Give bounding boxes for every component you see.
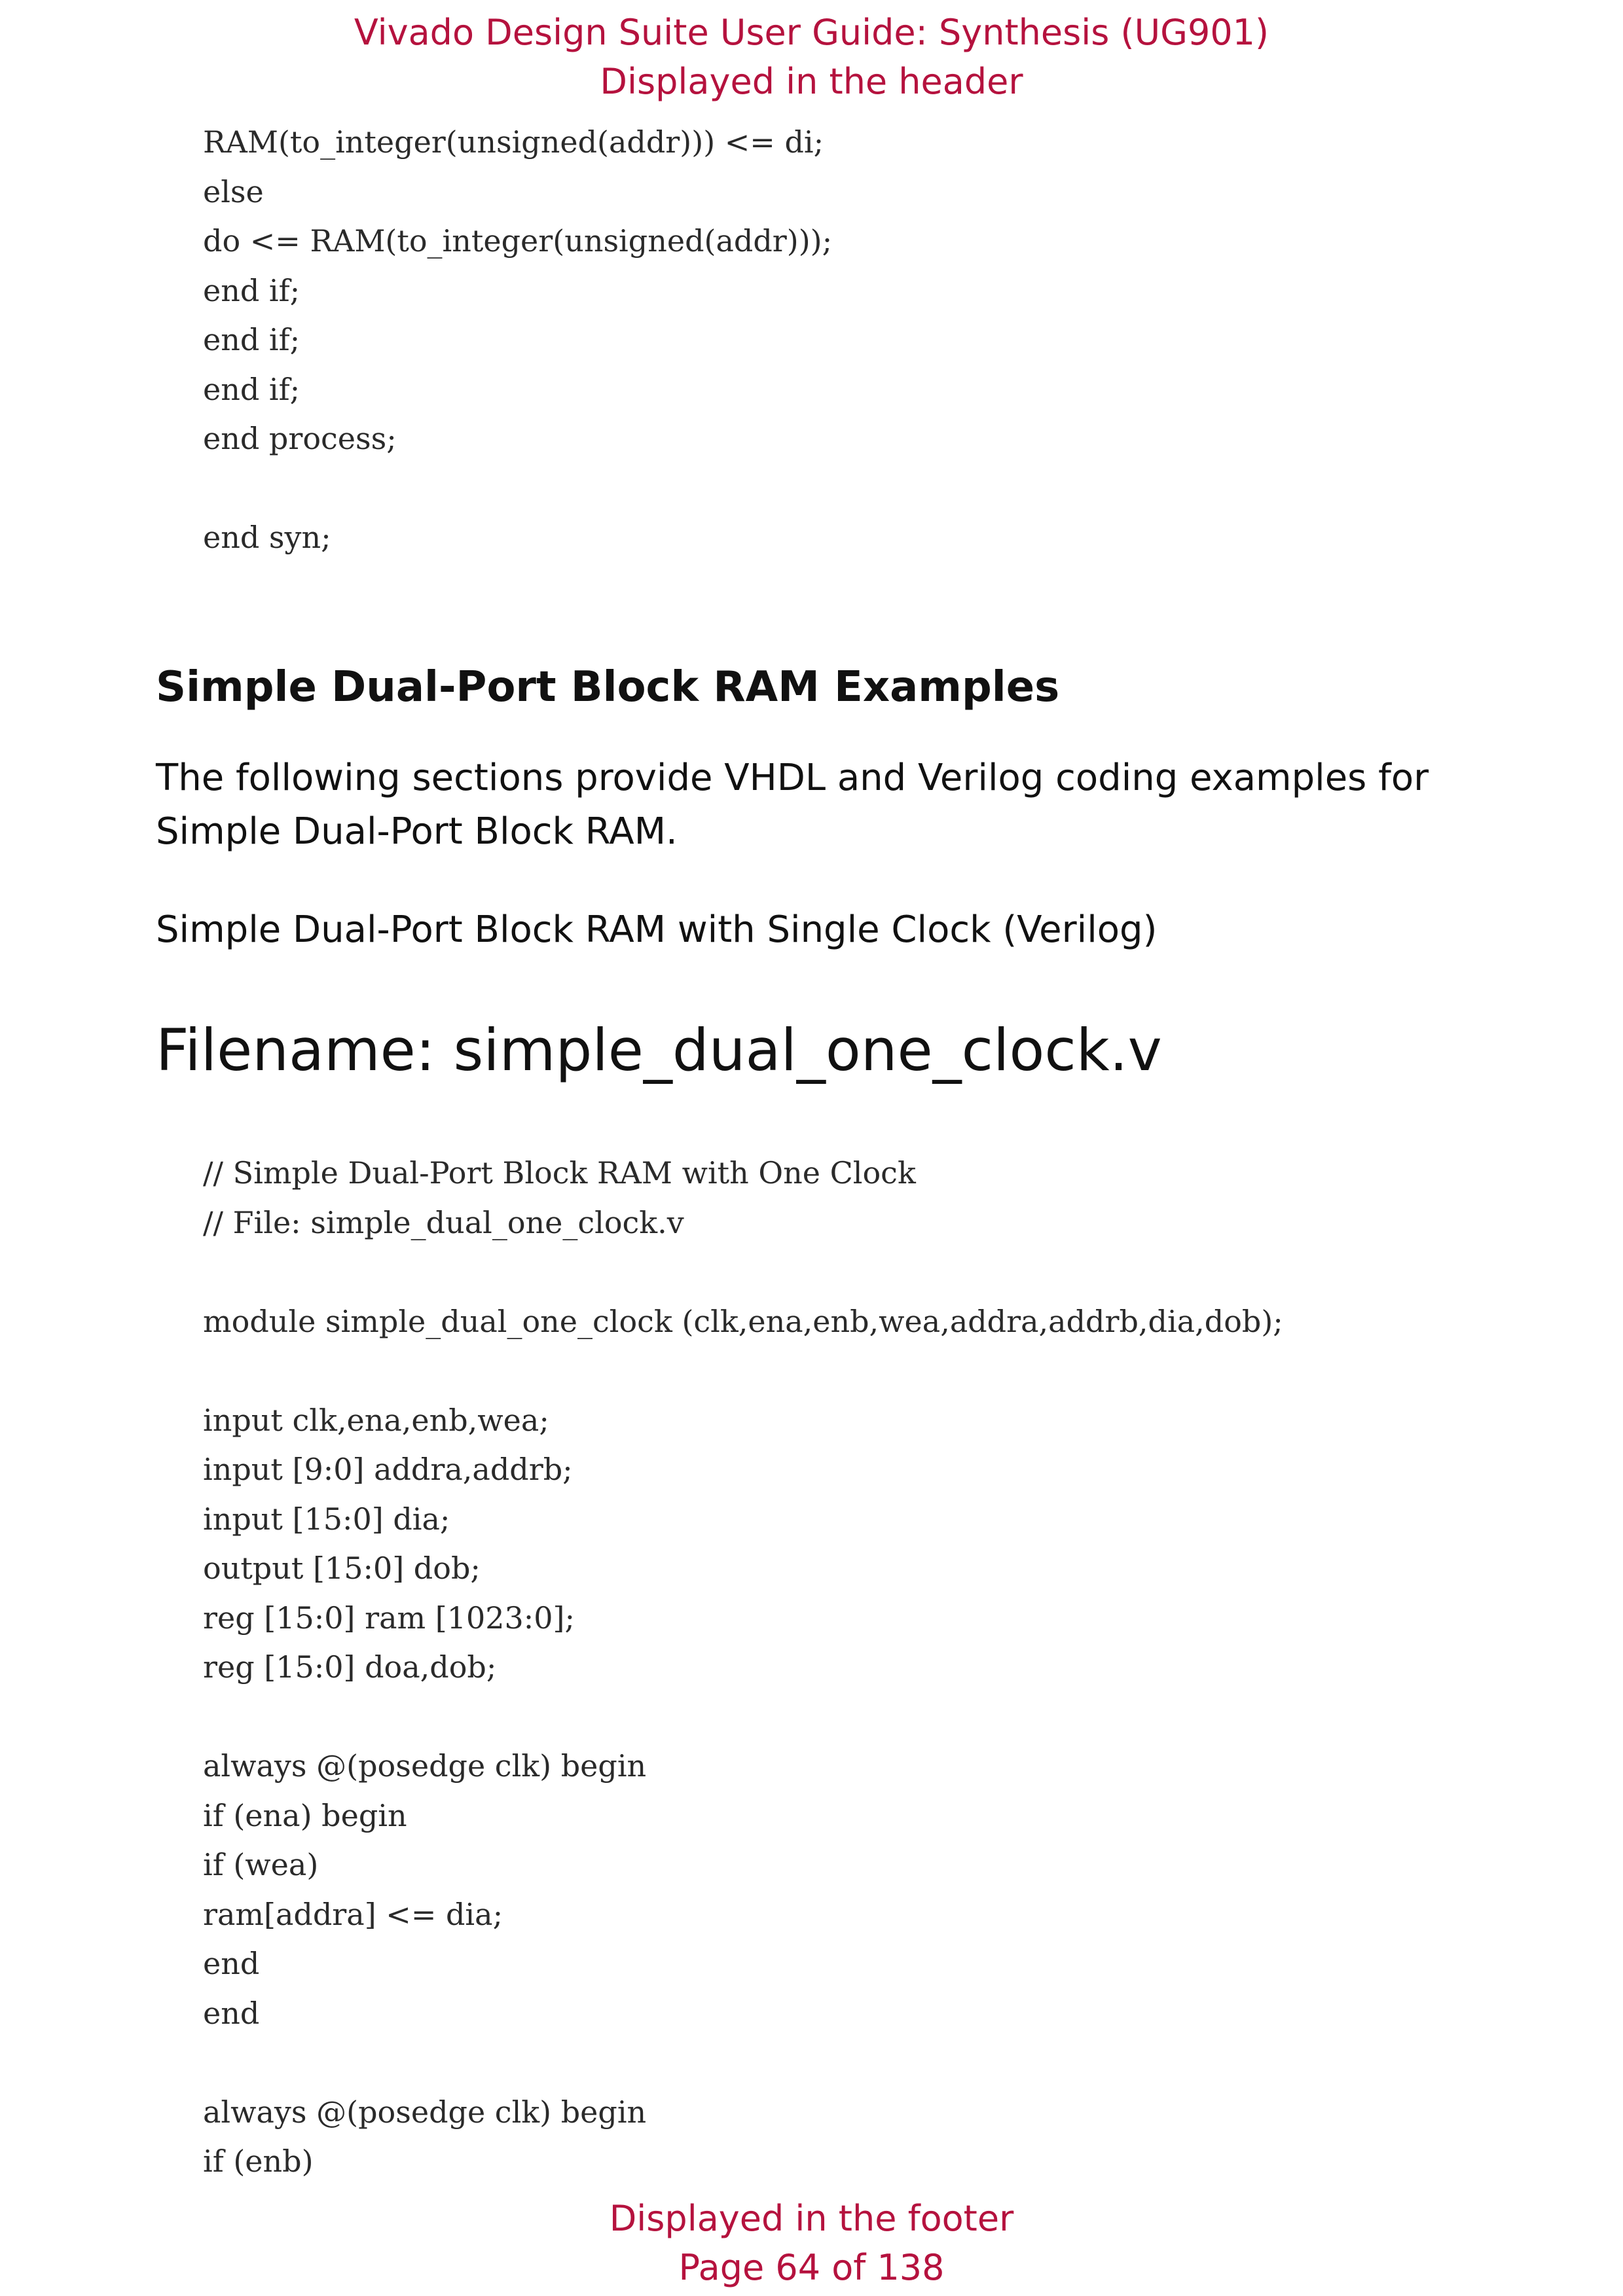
code-line: output [15:0] dob; bbox=[203, 1551, 481, 1586]
code-line: end if; bbox=[203, 272, 301, 308]
code-line: end bbox=[203, 1995, 260, 2031]
code-line: input [9:0] addra,addrb; bbox=[203, 1452, 573, 1487]
code-line: reg [15:0] doa,dob; bbox=[203, 1649, 497, 1685]
code-block-verilog: // Simple Dual-Port Block RAM with One C… bbox=[203, 1149, 1283, 2187]
page-number: Page 64 of 138 bbox=[678, 2247, 945, 2288]
code-line: do <= RAM(to_integer(unsigned(addr))); bbox=[203, 223, 833, 259]
header-title: Vivado Design Suite User Guide: Synthesi… bbox=[354, 12, 1269, 53]
code-line: if (enb) bbox=[203, 2144, 314, 2179]
code-line: if (wea) bbox=[203, 1847, 319, 1882]
code-line: module simple_dual_one_clock (clk,ena,en… bbox=[203, 1303, 1283, 1339]
code-line: end if; bbox=[203, 371, 301, 407]
code-line: end process; bbox=[203, 421, 397, 456]
code-line: input [15:0] dia; bbox=[203, 1501, 450, 1537]
section-title: Simple Dual-Port Block RAM Examples bbox=[156, 663, 1060, 711]
code-line: // Simple Dual-Port Block RAM with One C… bbox=[203, 1155, 916, 1191]
filename-heading: Filename: simple_dual_one_clock.v bbox=[156, 1016, 1162, 1084]
footer-label: Displayed in the footer bbox=[609, 2198, 1014, 2239]
intro-paragraph: The following sections provide VHDL and … bbox=[156, 757, 1429, 853]
code-line: // File: simple_dual_one_clock.v bbox=[203, 1204, 684, 1240]
code-line: else bbox=[203, 173, 264, 209]
code-block-vhdl-tail: RAM(to_integer(unsigned(addr))) <= di; el… bbox=[203, 118, 832, 563]
code-line: reg [15:0] ram [1023:0]; bbox=[203, 1600, 575, 1636]
code-line: end if; bbox=[203, 322, 301, 357]
code-line: always @(posedge clk) begin bbox=[203, 1748, 647, 1784]
code-line: always @(posedge clk) begin bbox=[203, 2094, 647, 2130]
code-line: end bbox=[203, 1946, 260, 1981]
subsection-title: Simple Dual-Port Block RAM with Single C… bbox=[156, 908, 1158, 951]
code-line: RAM(to_integer(unsigned(addr))) <= di; bbox=[203, 124, 824, 160]
header-subtitle: Displayed in the header bbox=[600, 61, 1023, 102]
code-line: ram[addra] <= dia; bbox=[203, 1896, 503, 1932]
code-line: if (ena) begin bbox=[203, 1797, 407, 1833]
code-line: end syn; bbox=[203, 520, 331, 555]
code-line: input clk,ena,enb,wea; bbox=[203, 1402, 549, 1438]
